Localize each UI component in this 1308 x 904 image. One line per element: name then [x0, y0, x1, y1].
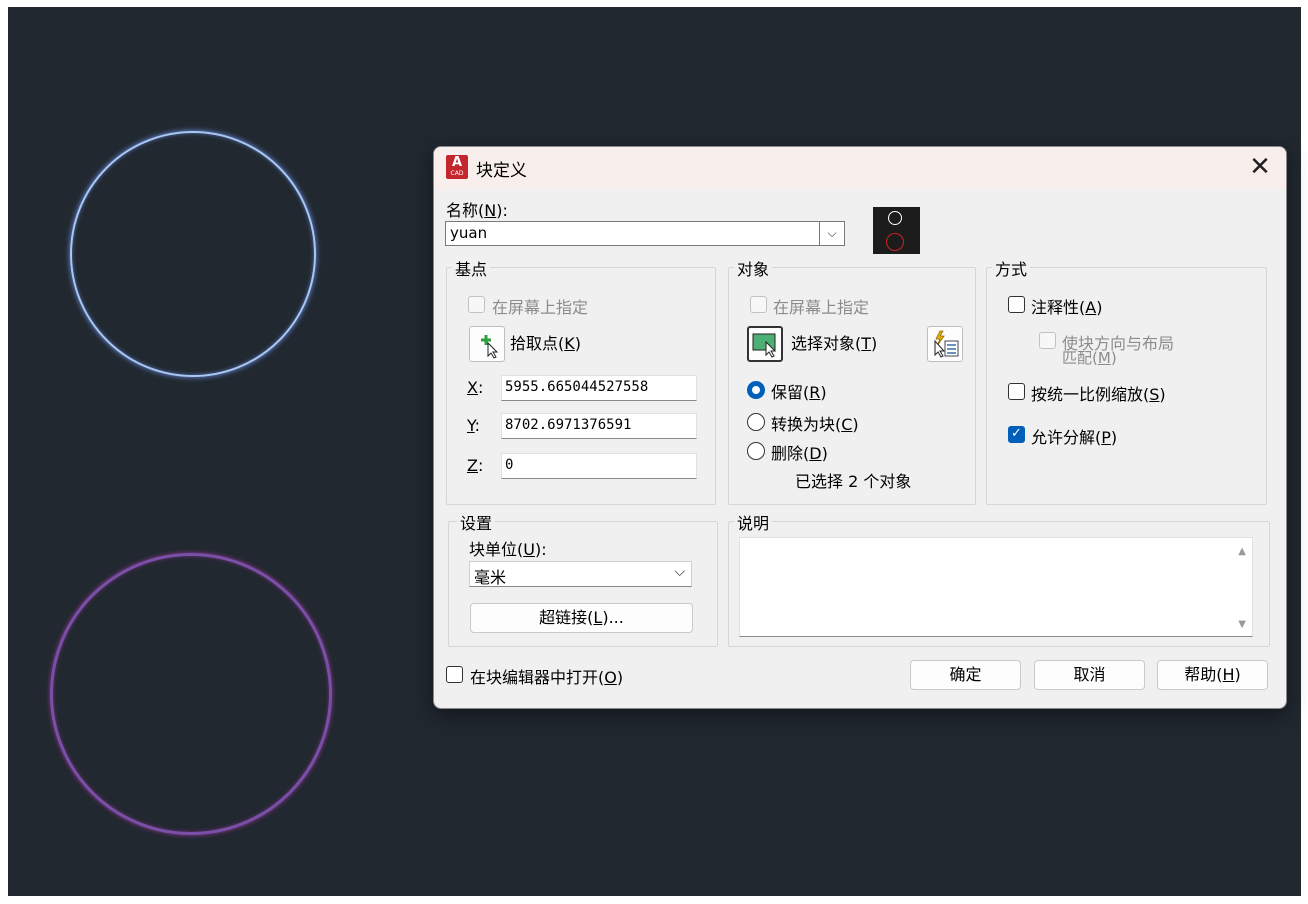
base-point-group: 基点 在屏幕上指定 拾取点(K) X: 5955.665044527558 Y:… [446, 256, 716, 505]
pick-point-label: 拾取点(K) [510, 334, 581, 353]
cancel-button[interactable]: 取消 [1034, 660, 1145, 690]
ok-button[interactable]: 确定 [910, 660, 1021, 690]
base-point-title: 基点 [452, 256, 491, 280]
convert-to-block-label: 转换为块(C) [771, 415, 859, 434]
quick-select-icon [934, 330, 959, 358]
annotative-checkbox[interactable] [1008, 296, 1025, 313]
select-objects-icon [752, 333, 777, 358]
autocad-app-icon: A CAD [446, 155, 468, 179]
dialog-title: 块定义 [476, 161, 527, 181]
retain-label: 保留(R) [771, 383, 827, 402]
pick-point-icon [481, 335, 499, 359]
scroll-down-arrow-icon[interactable]: ▼ [1238, 619, 1246, 630]
objects-specify-on-screen-checkbox[interactable] [750, 296, 767, 313]
objects-group: 对象 在屏幕上指定 选择对象(T) 保留(R) 转换为块(C) 删除(D) 已选… [728, 256, 976, 505]
preview-red-circle [886, 233, 904, 251]
allow-exploding-checkbox[interactable]: ✓ [1008, 426, 1025, 443]
select-objects-button[interactable] [747, 326, 783, 362]
objects-title: 对象 [734, 256, 773, 280]
base-specify-on-screen-label: 在屏幕上指定 [492, 298, 589, 317]
match-orientation-checkbox[interactable] [1039, 332, 1056, 349]
z-label: Z: [467, 456, 484, 475]
preview-white-circle [888, 211, 902, 225]
title-bar[interactable]: A CAD 块定义 ✕ [434, 147, 1286, 189]
settings-title: 设置 [457, 510, 496, 534]
select-objects-label: 选择对象(T) [791, 334, 878, 353]
z-coordinate-input[interactable]: 0 [501, 453, 697, 479]
block-unit-value[interactable]: 毫米 [474, 564, 506, 588]
description-textarea[interactable]: ▲ ▼ [739, 537, 1253, 637]
x-coordinate-input[interactable]: 5955.665044527558 [501, 375, 697, 401]
bottom-circle[interactable] [50, 553, 332, 835]
annotative-label: 注释性(A) [1031, 298, 1103, 317]
chevron-down-icon[interactable]: ⌵ [674, 564, 685, 580]
top-circle[interactable] [70, 131, 316, 377]
y-coordinate-input[interactable]: 8702.6971376591 [501, 413, 697, 439]
block-name-combobox[interactable]: yuan ⌵ [445, 221, 845, 246]
block-unit-combobox[interactable]: 毫米 ⌵ [469, 561, 692, 587]
settings-group: 设置 块单位(U): 毫米 ⌵ 超链接(L)... [448, 510, 718, 647]
x-label: X: [467, 378, 484, 397]
pick-point-button[interactable] [469, 326, 505, 362]
objects-specify-on-screen-label: 在屏幕上指定 [773, 298, 870, 317]
block-unit-label: 块单位(U): [469, 540, 547, 559]
retain-radio[interactable] [747, 381, 765, 399]
block-definition-dialog: A CAD 块定义 ✕ 名称(N): yuan ⌵ 基点 在屏幕上指定 拾取点(K… [433, 146, 1287, 709]
name-label: 名称(N): [446, 201, 508, 220]
open-in-block-editor-checkbox[interactable] [446, 666, 463, 683]
open-in-block-editor-label: 在块编辑器中打开(O) [470, 668, 624, 687]
base-specify-on-screen-checkbox[interactable] [468, 296, 485, 313]
y-label: Y: [467, 416, 481, 435]
behavior-group: 方式 注释性(A) 使块方向与布局 匹配(M) 按统一比例缩放(S) ✓ 允许分… [986, 256, 1267, 505]
match-orientation-label-line2: 匹配(M) [1062, 349, 1117, 367]
behavior-title: 方式 [992, 256, 1031, 280]
help-button[interactable]: 帮助(H) [1157, 660, 1268, 690]
close-button[interactable]: ✕ [1246, 154, 1274, 182]
delete-radio[interactable] [747, 442, 765, 460]
scale-uniformly-checkbox[interactable] [1008, 383, 1025, 400]
description-title: 说明 [734, 510, 773, 534]
chevron-down-icon[interactable]: ⌵ [819, 222, 844, 245]
hyperlink-button[interactable]: 超链接(L)... [470, 603, 693, 633]
block-preview [873, 207, 920, 254]
selected-count-text: 已选择 2 个对象 [795, 472, 912, 491]
delete-label: 删除(D) [771, 444, 828, 463]
allow-exploding-label: 允许分解(P) [1031, 428, 1118, 447]
quick-select-button[interactable] [927, 326, 963, 362]
description-group: 说明 ▲ ▼ [728, 510, 1270, 647]
scale-uniformly-label: 按统一比例缩放(S) [1031, 385, 1166, 404]
block-name-value[interactable]: yuan [450, 224, 487, 242]
convert-to-block-radio[interactable] [747, 413, 765, 431]
scroll-up-arrow-icon[interactable]: ▲ [1238, 546, 1246, 557]
